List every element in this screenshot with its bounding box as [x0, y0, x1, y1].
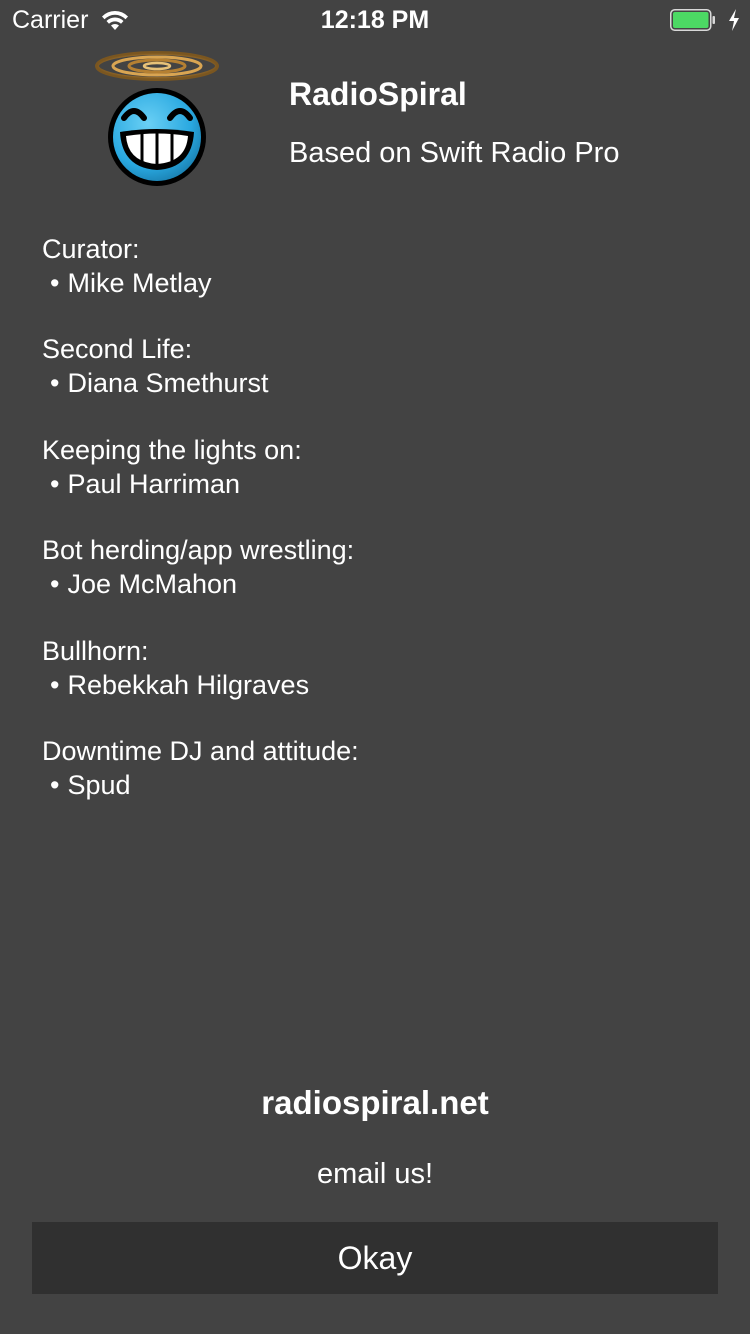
bullet: • [50, 468, 60, 499]
website-link[interactable]: radiospiral.net [0, 1084, 750, 1122]
bullet: • [50, 268, 60, 298]
credit-person: Diana Smethurst [67, 368, 269, 399]
charging-bolt-icon [729, 9, 739, 31]
app-title: RadioSpiral [289, 76, 467, 112]
credit-person: Mike Metlay [67, 268, 212, 298]
bullet: • [50, 368, 60, 399]
bullet: • [50, 769, 60, 800]
credit-person: Joe McMahon [67, 569, 238, 600]
credit-role: Downtime DJ and attitude: [42, 735, 359, 766]
credit-group: Bot herding/app wrestling: • Joe McMahon [42, 533, 702, 633]
bullet: • [50, 569, 60, 600]
email-link[interactable]: email us! [0, 1158, 750, 1191]
credit-role: Bot herding/app wrestling: [42, 535, 355, 566]
credit-role: Keeping the lights on: [42, 434, 302, 465]
status-time: 12:18 PM [320, 6, 430, 34]
credit-name: • Diana Smethurst [42, 366, 702, 400]
app-subtitle: Based on Swift Radio Pro [289, 137, 620, 169]
credits-list: Curator: • Mike Metlay Second Life: • Dian… [42, 232, 702, 834]
credit-role: Curator: [42, 234, 140, 264]
credit-person: Spud [67, 769, 131, 800]
credit-person: Rebekkah Hilgraves [67, 669, 310, 700]
credit-name: • Spud [42, 768, 702, 802]
credit-group: Downtime DJ and attitude: • Spud [42, 734, 702, 834]
credit-group: Bullhorn: • Rebekkah Hilgraves [42, 634, 702, 734]
credit-role: Bullhorn: [42, 635, 149, 666]
okay-button[interactable]: Okay [32, 1222, 718, 1294]
battery-icon [670, 9, 715, 31]
credit-role: Second Life: [42, 334, 193, 365]
credit-group: Second Life: • Diana Smethurst [42, 332, 702, 432]
credit-group: Keeping the lights on: • Paul Harriman [42, 433, 702, 533]
bullet: • [50, 669, 60, 700]
credit-group: Curator: • Mike Metlay [42, 232, 702, 332]
status-bar: Carrier 12:18 PM [0, 0, 750, 40]
credit-name: • Joe McMahon [42, 567, 702, 601]
credit-name: • Rebekkah Hilgraves [42, 668, 702, 702]
credit-name: • Mike Metlay [42, 266, 702, 300]
radiospiral-logo-icon [95, 51, 219, 186]
credit-name: • Paul Harriman [42, 467, 702, 501]
credit-person: Paul Harriman [67, 468, 241, 499]
